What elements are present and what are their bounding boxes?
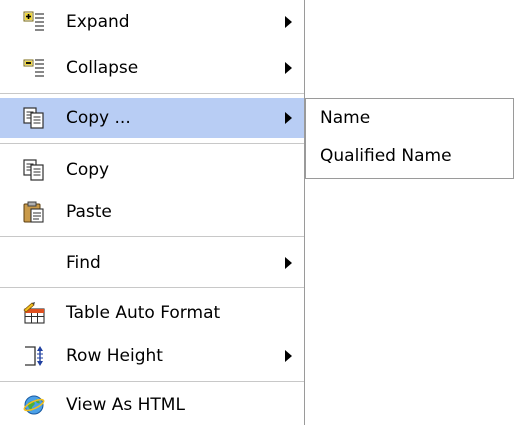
context-menu: Expand Collapse Copy ... Copy Paste Find… [0, 0, 305, 425]
copy-submenu: Name Qualified Name [305, 98, 514, 179]
paste-icon [23, 201, 45, 223]
menu-separator [0, 236, 304, 238]
submenu-arrow-icon [285, 16, 292, 28]
menu-item-label: Expand [66, 12, 130, 32]
menu-item-label: Copy [66, 160, 110, 180]
menu-item-label: Copy ... [66, 108, 131, 128]
submenu-item-label: Name [320, 108, 371, 128]
menu-item-copy-submenu[interactable]: Copy ... [0, 98, 304, 138]
menu-item-paste[interactable]: Paste [0, 192, 304, 232]
expand-tree-icon [23, 11, 45, 33]
menu-separator [0, 93, 304, 95]
menu-separator [0, 381, 304, 383]
submenu-item-name[interactable]: Name [306, 99, 513, 137]
menu-separator [0, 287, 304, 289]
menu-separator [0, 143, 304, 145]
copy-icon [23, 159, 45, 181]
menu-item-label: Table Auto Format [66, 303, 221, 323]
menu-item-find[interactable]: Find [0, 243, 304, 283]
submenu-arrow-icon [285, 350, 292, 362]
menu-item-collapse[interactable]: Collapse [0, 48, 304, 88]
menu-item-copy[interactable]: Copy [0, 150, 304, 190]
menu-item-label: Row Height [66, 346, 163, 366]
menu-item-label: Collapse [66, 58, 139, 78]
submenu-arrow-icon [285, 62, 292, 74]
menu-item-table-auto-format[interactable]: Table Auto Format [0, 293, 304, 333]
row-height-icon [23, 345, 45, 367]
menu-item-expand[interactable]: Expand [0, 2, 304, 42]
menu-item-row-height[interactable]: Row Height [0, 336, 304, 376]
menu-item-view-as-html[interactable]: View As HTML [0, 385, 304, 425]
browser-globe-icon [23, 394, 45, 416]
menu-item-label: Find [66, 253, 101, 273]
submenu-arrow-icon [285, 257, 292, 269]
copy-icon [23, 107, 45, 129]
submenu-item-qualified-name[interactable]: Qualified Name [306, 137, 513, 175]
menu-item-label: View As HTML [66, 395, 185, 415]
menu-item-label: Paste [66, 202, 112, 222]
submenu-item-label: Qualified Name [320, 146, 452, 166]
collapse-tree-icon [23, 57, 45, 79]
table-autoformat-icon [23, 302, 45, 324]
submenu-arrow-icon [285, 112, 292, 124]
